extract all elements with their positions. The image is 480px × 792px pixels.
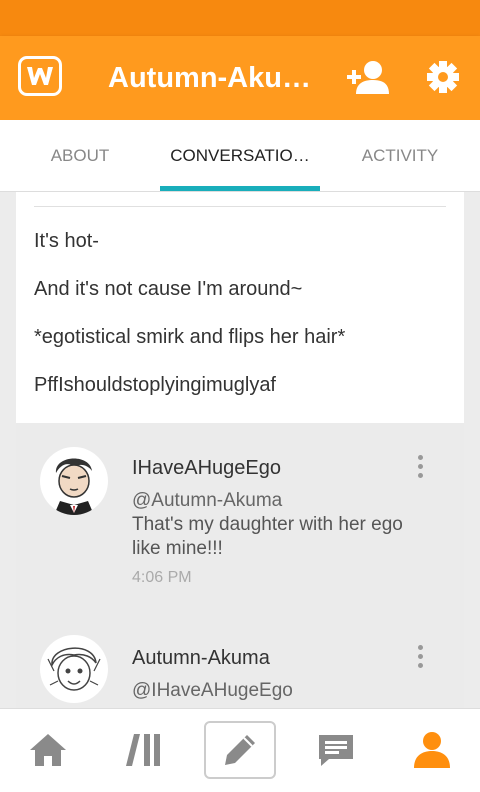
comment-list: IHaveAHugeEgo @Autumn-Akuma That's my da… (16, 423, 464, 710)
messages-icon[interactable] (300, 721, 372, 779)
post-line: And it's not cause I'm around~ (34, 278, 303, 300)
avatar[interactable] (40, 447, 108, 515)
comment-mention[interactable]: @Autumn-Akuma (132, 489, 432, 513)
status-bar (0, 0, 480, 36)
home-icon[interactable] (12, 721, 84, 779)
pencil-icon[interactable] (204, 721, 276, 779)
more-options-icon[interactable] (412, 645, 428, 673)
gear-icon[interactable] (426, 60, 460, 99)
tab-conversations[interactable]: CONVERSATIO… (160, 120, 320, 192)
comment-timestamp: 4:06 PM (132, 569, 192, 586)
more-options-icon[interactable] (412, 455, 428, 483)
wattpad-logo-icon[interactable] (18, 56, 62, 96)
comment-mention[interactable]: @IHaveAHugeEgo (132, 679, 432, 703)
post-line: It's hot- (34, 230, 99, 252)
active-tab-indicator (160, 186, 320, 191)
profile-icon[interactable] (396, 721, 468, 779)
comment-text: That's my daughter with her ego like min… (132, 514, 403, 559)
add-user-icon[interactable] (346, 60, 390, 101)
bottom-navigation (0, 708, 480, 792)
comment-author[interactable]: IHaveAHugeEgo (132, 457, 281, 480)
app-header: Autumn-Aku… (0, 36, 480, 120)
library-icon[interactable] (108, 721, 180, 779)
divider (34, 206, 446, 207)
conversation-post: It's hot- And it's not cause I'm around~… (16, 192, 464, 423)
tab-bar: ABOUT CONVERSATIO… ACTIVITY (0, 120, 480, 192)
post-line: *egotistical smirk and flips her hair* (34, 326, 346, 348)
comment-author[interactable]: Autumn-Akuma (132, 647, 270, 670)
profile-title: Autumn-Aku… (108, 62, 311, 94)
post-line: PffIshouldstoplyingimuglyaf (34, 374, 276, 396)
tab-activity[interactable]: ACTIVITY (320, 120, 480, 192)
tab-about[interactable]: ABOUT (0, 120, 160, 192)
avatar[interactable] (40, 635, 108, 703)
